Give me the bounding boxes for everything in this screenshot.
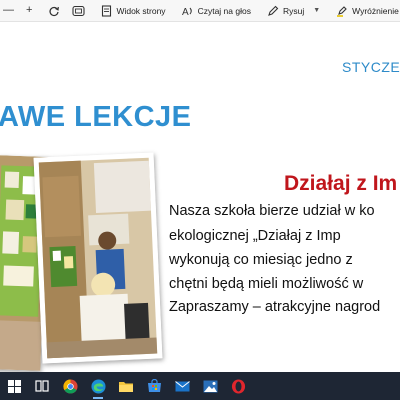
windows-taskbar [0,372,400,400]
minus-icon: — [3,4,14,16]
paragraph-line: Zapraszamy – atrakcyjne nagrod [169,299,381,315]
fit-page-icon [72,5,85,16]
task-view-icon[interactable] [28,372,56,400]
students-at-board-photo [33,152,163,364]
mail-icon[interactable] [168,372,196,400]
page-view-label: Widok strony [116,5,166,16]
highlight-label: Wyróżnienie [352,5,399,16]
highlighter-icon [337,5,347,17]
paragraph-line: chętni będą mieli możliwość w [169,276,364,292]
pdf-page: STYCZE AWE LEKCJE Działaj z Im Nasza szk… [0,23,400,372]
draw-label: Rysuj [282,5,305,16]
paragraph-line: Nasza szkoła bierze udział w ko [169,203,375,219]
zoom-in-button[interactable]: + [23,0,35,21]
fit-page-button[interactable] [69,0,88,21]
highlight-button[interactable]: Wyróżnienie [333,0,400,21]
microsoft-store-icon[interactable] [140,372,168,400]
paragraph-line: wykonują co miesiąc jedno z [169,252,353,268]
page-heading: AWE LEKCJE [0,101,192,133]
rotate-button[interactable] [45,0,63,21]
draw-button[interactable]: Rysuj [264,0,307,21]
svg-text:A: A [182,7,189,17]
photos-icon[interactable] [196,372,224,400]
plus-icon: + [26,4,33,16]
month-label: STYCZE [342,59,400,75]
zoom-out-button[interactable]: — [0,0,17,21]
chrome-icon[interactable] [56,372,84,400]
chevron-down-icon: ▼ [313,7,321,14]
pdf-toolbar: — + Widok strony A Czytaj na głos Rysuj … [0,0,400,22]
file-explorer-icon[interactable] [112,372,140,400]
page-view-button[interactable]: Widok strony [98,0,168,21]
page-view-icon [102,4,112,17]
opera-icon[interactable] [224,372,252,400]
project-subheading: Działaj z Im [284,172,398,195]
rotate-icon [49,6,60,16]
pen-icon [268,5,279,16]
read-aloud-button[interactable]: A Czytaj na głos [179,0,254,21]
paragraph-line: ekologicznej „Działaj z Imp [169,228,341,244]
edge-icon[interactable] [84,372,112,400]
read-aloud-icon: A [182,7,192,17]
windows-start-icon[interactable] [0,372,28,400]
read-aloud-label: Czytaj na głos [197,5,251,16]
draw-options-dropdown[interactable]: ▼ [307,0,323,21]
